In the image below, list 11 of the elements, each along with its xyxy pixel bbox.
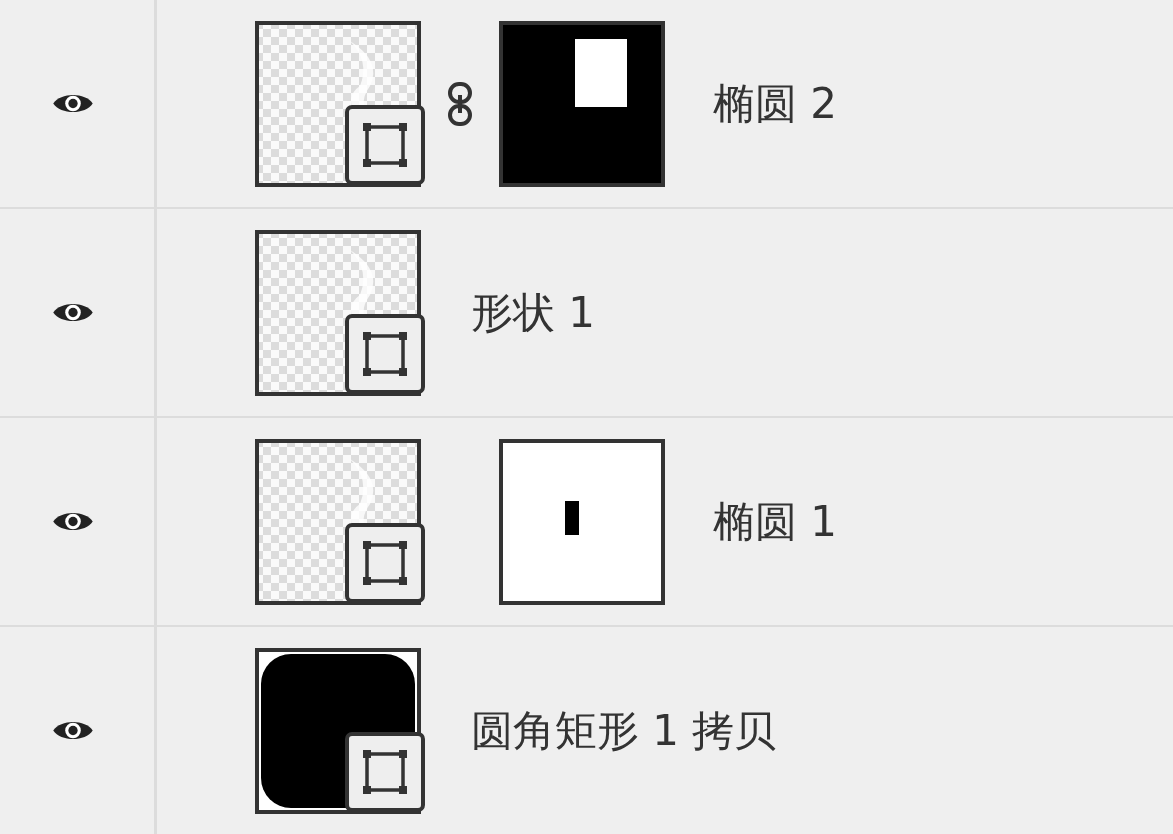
- shape-badge-icon: [345, 731, 425, 812]
- shape-badge-icon: [345, 522, 425, 603]
- link-icon[interactable]: [446, 80, 474, 127]
- layer-name: 圆角矩形 1 拷贝: [471, 704, 777, 757]
- layer-name: 椭圆 1: [713, 495, 838, 548]
- mask-thumbnail[interactable]: [499, 20, 665, 187]
- layer-name: 椭圆 2: [713, 77, 838, 130]
- layer-name: 形状 1: [471, 286, 596, 339]
- mask-thumbnail[interactable]: [499, 438, 665, 605]
- shape-badge-icon: [345, 104, 425, 185]
- shape-badge-icon: [345, 313, 425, 394]
